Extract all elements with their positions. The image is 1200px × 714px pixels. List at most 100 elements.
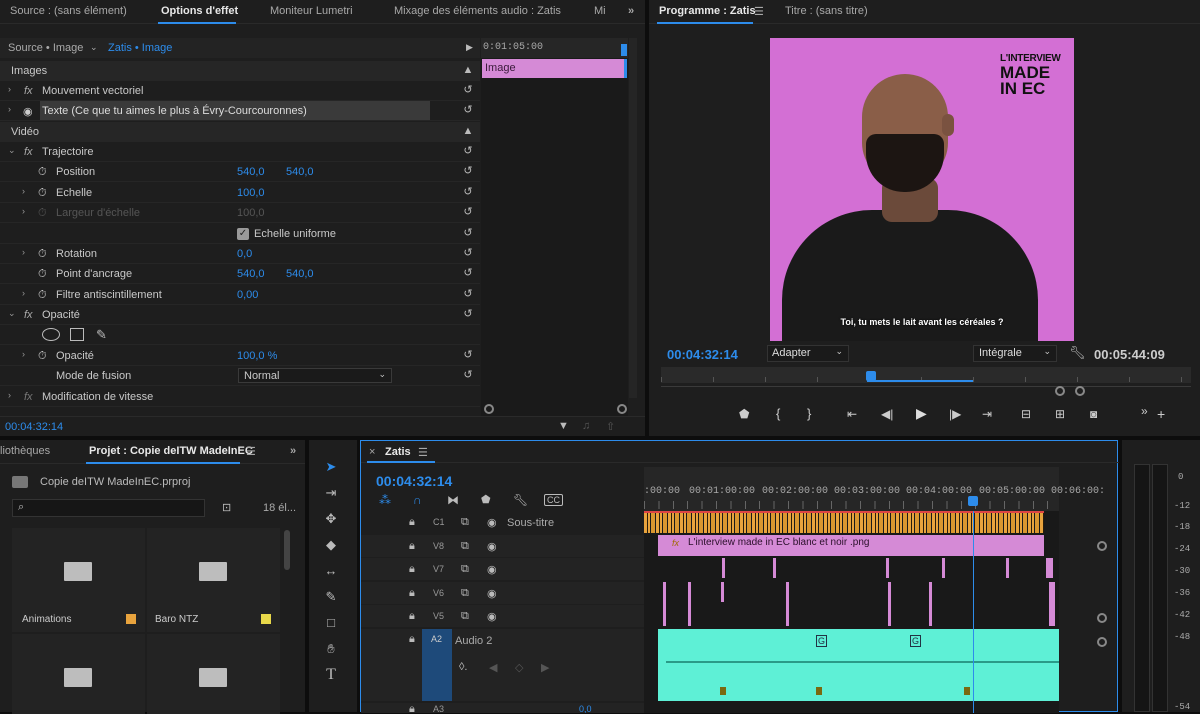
- tab-source[interactable]: Source : (sans élément): [10, 5, 127, 17]
- scale-value[interactable]: 100,0: [237, 187, 265, 199]
- go-to-in-icon[interactable]: ⇤: [847, 407, 857, 421]
- bin-tile[interactable]: Animations: [12, 528, 145, 632]
- quality-dropdown[interactable]: Intégrale ⌄: [973, 345, 1057, 362]
- track-select-tool-icon[interactable]: ⇥: [319, 482, 343, 504]
- collapse-icon[interactable]: ▲: [462, 125, 474, 137]
- zoom-knob-left[interactable]: [1055, 386, 1065, 396]
- reset-icon[interactable]: ↺: [462, 145, 474, 157]
- anchor-y-value[interactable]: 540,0: [286, 268, 314, 280]
- reset-icon[interactable]: ↺: [462, 165, 474, 177]
- video-frame[interactable]: L'INTERVIEW MADE IN EC Toi, tu mets le l…: [770, 38, 1074, 341]
- reset-icon[interactable]: ↺: [462, 349, 474, 361]
- menu-icon[interactable]: ☰: [754, 5, 764, 18]
- go-to-out-icon[interactable]: ⇥: [982, 407, 992, 421]
- keyframe-marker[interactable]: [720, 687, 726, 695]
- close-icon[interactable]: ×: [369, 446, 375, 458]
- wrench-icon[interactable]: 🔧︎: [513, 493, 528, 507]
- fit-dropdown[interactable]: Adapter ⌄: [767, 345, 849, 362]
- reset-icon[interactable]: ↺: [462, 104, 474, 116]
- prev-keyframe-icon[interactable]: ◀: [489, 661, 497, 674]
- overflow-icon[interactable]: »: [290, 445, 296, 457]
- track-label[interactable]: V5: [433, 611, 444, 621]
- overflow-icon[interactable]: »: [1141, 404, 1148, 418]
- eye-icon[interactable]: ◉: [487, 587, 497, 600]
- eye-icon[interactable]: ◉: [487, 610, 497, 623]
- blend-mode-dropdown[interactable]: Normal ⌄: [238, 368, 392, 383]
- linked-selection-icon[interactable]: ∩: [413, 493, 422, 507]
- zoom-bar[interactable]: [661, 386, 1191, 396]
- rotation-value[interactable]: 0,0: [237, 248, 252, 260]
- track-label[interactable]: V8: [433, 541, 444, 551]
- v7-clip[interactable]: [722, 558, 725, 578]
- bin-tile[interactable]: [12, 634, 145, 714]
- export-icon[interactable]: ⇧: [606, 420, 615, 433]
- stopwatch-icon[interactable]: ⏱: [38, 289, 47, 302]
- bin-tile[interactable]: Baro NTZ: [147, 528, 280, 632]
- lock-icon[interactable]: 🔒︎: [409, 540, 415, 553]
- lock-icon[interactable]: 🔒︎: [409, 516, 415, 529]
- tab-title[interactable]: Titre : (sans titre): [785, 5, 868, 17]
- mini-clip[interactable]: Image: [482, 59, 627, 78]
- ruler-playhead-handle[interactable]: [968, 496, 978, 506]
- lock-icon[interactable]: 🔒︎: [409, 563, 415, 576]
- mark-in-icon[interactable]: {: [776, 406, 780, 421]
- reset-icon[interactable]: ↺: [462, 247, 474, 259]
- sync-lock-icon[interactable]: ⧉: [461, 516, 469, 529]
- position-x-value[interactable]: 540,0: [237, 166, 265, 178]
- expand-icon[interactable]: ›: [8, 390, 11, 400]
- v6-clip[interactable]: [721, 582, 724, 602]
- stopwatch-icon[interactable]: ⏱: [38, 268, 47, 281]
- selection-tool-icon[interactable]: ➤: [319, 456, 343, 478]
- reset-icon[interactable]: ↺: [462, 369, 474, 381]
- rectangle-tool-icon[interactable]: □: [319, 612, 343, 634]
- scrub-playhead[interactable]: [866, 371, 876, 381]
- track-label[interactable]: V6: [433, 588, 444, 598]
- v7-clip[interactable]: [773, 558, 776, 578]
- mini-playhead[interactable]: [621, 44, 627, 56]
- tab-sequence[interactable]: Zatis: [385, 446, 411, 458]
- expand-icon[interactable]: ›: [22, 186, 25, 196]
- stopwatch-icon[interactable]: ⏱: [38, 187, 47, 200]
- position-y-value[interactable]: 540,0: [286, 166, 314, 178]
- anchor-x-value[interactable]: 540,0: [237, 268, 265, 280]
- eye-icon[interactable]: ◉: [487, 516, 497, 529]
- source-selector[interactable]: Source • Image ⌄ Zatis • Image ▶: [0, 38, 480, 58]
- sync-lock-icon[interactable]: ⧉: [461, 610, 469, 623]
- a2-volume-line[interactable]: [666, 661, 1059, 663]
- keyframe-icon[interactable]: ◊.: [459, 661, 468, 673]
- marker-icon[interactable]: ⬟: [481, 493, 491, 506]
- rectangle-mask-icon[interactable]: [70, 328, 84, 341]
- reset-icon[interactable]: ↺: [462, 308, 474, 320]
- expand-icon[interactable]: ›: [8, 104, 11, 114]
- track-label[interactable]: V7: [433, 564, 444, 574]
- effects-scrollbar[interactable]: [629, 38, 637, 398]
- ripple-edit-tool-icon[interactable]: ✥: [319, 508, 343, 530]
- a2-clip[interactable]: G G: [658, 629, 1059, 701]
- v6-clip[interactable]: [1049, 582, 1055, 626]
- sync-lock-icon[interactable]: ⧉: [461, 540, 469, 553]
- timeline-ruler[interactable]: :00:00 00:01:00:00 00:02:00:00 00:03:00:…: [644, 467, 1105, 511]
- effect-text-layer[interactable]: › ◉ Texte (Ce que tu aimes le plus à Évr…: [0, 101, 480, 121]
- v7-clip[interactable]: [1046, 558, 1053, 578]
- expand-icon[interactable]: ›: [22, 288, 25, 298]
- captions-icon[interactable]: CC: [544, 494, 563, 506]
- tab-libraries[interactable]: liothèques: [0, 445, 50, 457]
- v-scroll-knob[interactable]: [1097, 541, 1107, 551]
- eye-icon[interactable]: ◉: [23, 105, 33, 118]
- v-scroll-knob[interactable]: [1097, 637, 1107, 647]
- sync-lock-icon[interactable]: ⧉: [461, 587, 469, 600]
- v7-clip[interactable]: [886, 558, 889, 578]
- keyframe-marker[interactable]: [964, 687, 970, 695]
- filter-icon[interactable]: ▼: [558, 420, 569, 432]
- mini-scroll-knob-left[interactable]: [484, 404, 494, 414]
- v7-clip[interactable]: [1006, 558, 1009, 578]
- add-marker-icon[interactable]: ⧓: [447, 493, 459, 507]
- collapse-chevron-icon[interactable]: ⌄: [8, 145, 16, 156]
- sync-lock-icon[interactable]: ⧉: [461, 563, 469, 576]
- wrench-icon[interactable]: 🔧︎: [1069, 345, 1086, 361]
- mark-out-icon[interactable]: }: [807, 406, 811, 421]
- step-back-icon[interactable]: ◀|: [881, 407, 893, 421]
- next-keyframe-icon[interactable]: ▶: [541, 661, 549, 674]
- eye-icon[interactable]: ◉: [487, 540, 497, 553]
- lock-icon[interactable]: 🔒︎: [409, 610, 415, 623]
